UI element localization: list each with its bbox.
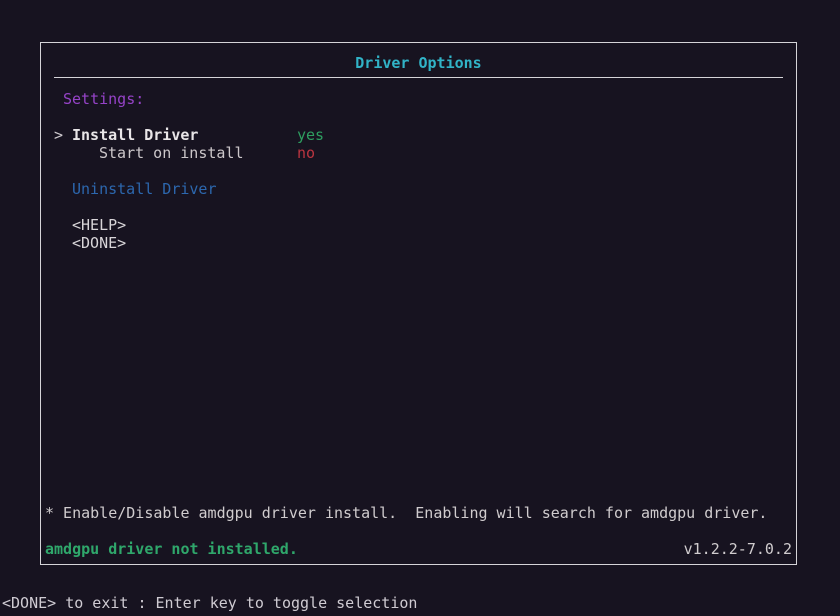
menu-item-uninstall-driver[interactable]: Uninstall Driver [72, 180, 217, 198]
version-label: v1.2.2-7.0.2 [684, 540, 792, 558]
selection-marker: > [54, 126, 63, 144]
start-on-install-value[interactable]: no [297, 144, 315, 162]
settings-section-header: Settings: [63, 90, 144, 108]
install-driver-value[interactable]: yes [297, 126, 324, 144]
help-button[interactable]: <HELP> [72, 216, 126, 234]
footer-keyboard-hint: <DONE> to exit : Enter key to toggle sel… [2, 594, 417, 612]
title-separator-line [54, 77, 783, 78]
terminal-screen: Driver Options Settings: > Install Drive… [0, 0, 840, 616]
driver-options-dialog: Driver Options Settings: > Install Drive… [40, 42, 797, 565]
dialog-title: Driver Options [41, 54, 796, 72]
menu-item-start-on-install[interactable]: Start on install [99, 144, 244, 162]
item-description-text: * Enable/Disable amdgpu driver install. … [45, 504, 767, 522]
menu-item-install-driver[interactable]: Install Driver [72, 126, 198, 144]
driver-status-text: amdgpu driver not installed. [45, 540, 298, 558]
done-button[interactable]: <DONE> [72, 234, 126, 252]
